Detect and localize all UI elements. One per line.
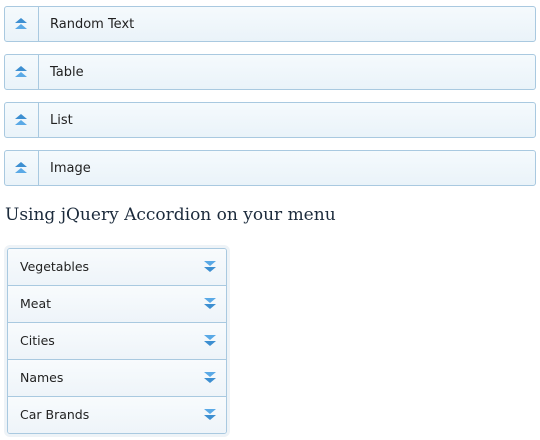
- menu-item-cities[interactable]: Cities: [8, 322, 226, 359]
- section-heading: Using jQuery Accordion on your menu: [5, 205, 336, 225]
- accordion-header-label: List: [50, 113, 73, 128]
- chevron-double-down-icon: [204, 298, 216, 309]
- chevron-double-up-icon: [15, 162, 27, 173]
- accordion-toggle: [5, 7, 39, 41]
- content-accordion: Random Text Table List Image: [4, 6, 536, 198]
- accordion-header-label: Random Text: [50, 17, 135, 32]
- menu-item-meat[interactable]: Meat: [8, 285, 226, 322]
- menu-accordion: Vegetables Meat Cities Names Car Brands: [7, 248, 227, 434]
- accordion-header-list[interactable]: List: [4, 102, 536, 138]
- chevron-double-down-icon: [204, 409, 216, 420]
- menu-item-names[interactable]: Names: [8, 359, 226, 396]
- menu-item-label: Meat: [20, 296, 52, 311]
- menu-item-label: Vegetables: [20, 259, 90, 274]
- accordion-toggle: [5, 151, 39, 185]
- accordion-header-label: Table: [50, 65, 84, 80]
- chevron-double-down-icon: [204, 372, 216, 383]
- menu-accordion-container: Vegetables Meat Cities Names Car Brands: [4, 245, 230, 437]
- accordion-header-image[interactable]: Image: [4, 150, 536, 186]
- accordion-header-table[interactable]: Table: [4, 54, 536, 90]
- accordion-toggle: [5, 103, 39, 137]
- menu-item-label: Cities: [20, 333, 55, 348]
- menu-item-vegetables[interactable]: Vegetables: [8, 249, 226, 285]
- menu-item-label: Car Brands: [20, 407, 90, 422]
- chevron-double-down-icon: [204, 261, 216, 272]
- accordion-toggle: [5, 55, 39, 89]
- accordion-header-label: Image: [50, 161, 91, 176]
- chevron-double-down-icon: [204, 335, 216, 346]
- menu-item-label: Names: [20, 370, 64, 385]
- chevron-double-up-icon: [15, 18, 27, 29]
- menu-item-car-brands[interactable]: Car Brands: [8, 396, 226, 433]
- accordion-header-random-text[interactable]: Random Text: [4, 6, 536, 42]
- chevron-double-up-icon: [15, 66, 27, 77]
- chevron-double-up-icon: [15, 114, 27, 125]
